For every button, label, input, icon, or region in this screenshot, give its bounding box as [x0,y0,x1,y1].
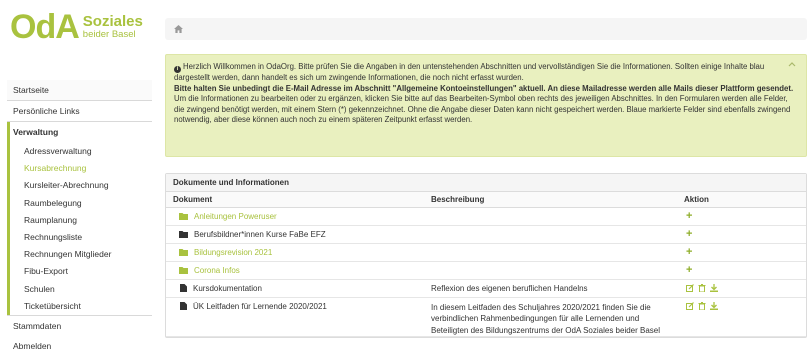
folder-icon [179,248,188,256]
edit-icon[interactable] [686,284,694,292]
doc-cell: Bildungsrevision 2021 [166,243,424,262]
doc-name[interactable]: ÜK Leitfaden für Lernende 2020/2021 [193,302,327,311]
doc-cell: Anleitungen Poweruser [166,207,424,226]
desc-cell: In diesem Leitfaden des Schuljahres 2020… [424,297,677,337]
alert-outro: Um die Informationen zu bearbeiten oder … [174,94,791,124]
doc-link[interactable]: Corona Infos [194,266,240,275]
folder-icon [179,212,188,220]
add-icon[interactable]: + [686,246,692,258]
logo-line1: Soziales [82,13,143,30]
nav-sub-raumplanung[interactable]: Raumplanung [10,212,152,229]
column-header-beschreibung: Beschreibung [424,192,677,208]
nav-sub-raumbelegung[interactable]: Raumbelegung [10,195,152,212]
action-cell: + [677,225,806,244]
desc-cell [424,225,677,244]
logo-line2: beider Basel [82,29,136,40]
nav-sub-kursabrechnung[interactable]: Kursabrechnung [10,160,152,177]
documents-panel: Dokumente und Informationen Dokument Bes… [165,173,807,338]
desc-cell [424,243,677,262]
table-row: Corona Infos + [166,261,806,280]
alert-bold-text: Bitte halten Sie unbedingt die E-Mail Ad… [174,83,794,93]
table-row: Kursdokumentation Reflexion des eigenen … [166,279,806,298]
table-header-row: Dokument Beschreibung Aktion [166,192,806,208]
doc-cell: Corona Infos [166,261,424,280]
logo-mark: OdA [10,8,80,46]
doc-cell: ÜK Leitfaden für Lernende 2020/2021 [166,297,424,337]
main-content: i Herzlich Willkommen in OdaOrg. Bitte pr… [165,18,807,338]
doc-name[interactable]: Berufsbildner*innen Kurse FaBe EFZ [194,230,326,239]
doc-cell: Kursdokumentation [166,279,424,298]
add-icon[interactable]: + [686,264,692,276]
doc-cell: Berufsbildner*innen Kurse FaBe EFZ [166,225,424,244]
file-icon [180,302,187,310]
edit-icon[interactable] [686,301,694,310]
file-icon [180,284,187,292]
nav-item-stammdaten[interactable]: Stammdaten [7,314,152,336]
table-row: Bildungsrevision 2021 + [166,243,806,262]
action-cell [677,279,806,298]
nav-sub-rechnungen-mitglieder[interactable]: Rechnungen Mitglieder [10,246,152,263]
nav-item-verwaltung[interactable]: Verwaltung [10,122,152,143]
documents-table: Dokument Beschreibung Aktion Anleitungen… [166,192,806,337]
alert-intro-text: Herzlich Willkommen in OdaOrg. Bitte prü… [174,62,765,82]
delete-icon[interactable] [698,284,706,292]
nav-sub-adressverwaltung[interactable]: Adressverwaltung [10,143,152,160]
action-cell: + [677,261,806,280]
download-icon[interactable] [710,284,718,292]
nav-item-persoenliche-links[interactable]: Persönliche Links [7,101,152,122]
delete-icon[interactable] [698,301,706,310]
folder-icon [179,230,188,238]
nav-sub-schulen[interactable]: Schulen [10,281,152,298]
nav-sub-rechnungsliste[interactable]: Rechnungsliste [10,229,152,246]
nav-sub-kursleiter-abrechnung[interactable]: Kursleiter-Abrechnung [10,177,152,194]
panel-title: Dokumente und Informationen [166,174,806,192]
table-row: Berufsbildner*innen Kurse FaBe EFZ + [166,225,806,244]
table-row: Anleitungen Poweruser + [166,207,806,226]
column-header-aktion: Aktion [677,192,806,208]
nav-item-abmelden[interactable]: Abmelden [7,336,152,349]
doc-link[interactable]: Bildungsrevision 2021 [194,248,272,257]
breadcrumb [165,18,807,40]
folder-icon [179,266,188,274]
desc-cell [424,261,677,280]
nav-group-verwaltung: Verwaltung Adressverwaltung Kursabrechnu… [7,122,152,315]
action-cell: + [677,207,806,226]
doc-link[interactable]: Anleitungen Poweruser [194,212,277,221]
nav-item-startseite[interactable]: Startseite [7,80,152,101]
nav-sub-ticketuebersicht[interactable]: Ticketübersicht [10,298,152,315]
action-cell: + [677,243,806,262]
desc-cell [424,207,677,226]
welcome-alert: i Herzlich Willkommen in OdaOrg. Bitte pr… [165,54,807,157]
doc-name[interactable]: Kursdokumentation [193,284,262,293]
sidebar: OdA Soziales beider Basel Startseite Per… [0,0,152,349]
desc-cell: Reflexion des eigenen beruflichen Handel… [424,279,677,298]
alert-bold: Bitte halten Sie unbedingt die E-Mail Ad… [174,84,798,95]
download-icon[interactable] [710,301,718,310]
info-icon: i [174,66,181,73]
column-header-dokument: Dokument [166,192,424,208]
add-icon[interactable]: + [686,228,692,240]
action-cell [677,297,806,337]
add-icon[interactable]: + [686,210,692,222]
chevron-up-icon[interactable] [788,61,796,67]
logo[interactable]: OdA Soziales beider Basel [10,8,143,46]
home-icon[interactable] [174,25,183,33]
alert-intro: i Herzlich Willkommen in OdaOrg. Bitte pr… [174,62,798,84]
table-row: ÜK Leitfaden für Lernende 2020/2021 In d… [166,297,806,337]
nav-sub-fibu-export[interactable]: Fibu-Export [10,263,152,280]
sidebar-nav: Startseite Persönliche Links Verwaltung … [7,80,152,349]
logo-text: Soziales beider Basel [83,12,143,40]
